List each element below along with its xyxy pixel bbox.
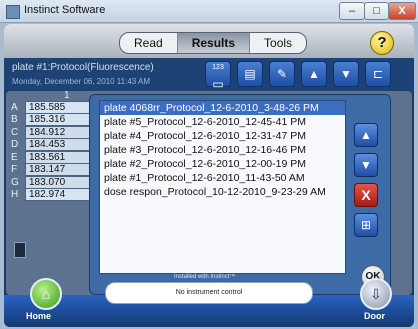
minimize-button[interactable]: – [339,2,365,20]
cell-value[interactable]: 183.070 [25,175,90,189]
scroll-up-button[interactable]: ▲ [354,123,378,147]
table-row: G 183.070 [11,175,90,189]
list-item[interactable]: plate #4_Protocol_12-6-2010_12-31-47 PM [100,129,345,143]
file-open-dialog: plate 4068rr_Protocol_12-6-2010_3-48-26 … [89,94,391,295]
app-icon [6,5,20,19]
list-item[interactable]: dose respon_Protocol_10-12-2010_9-23-29 … [100,185,345,199]
row-label: E [11,151,18,163]
list-item[interactable]: plate #2_Protocol_12-6-2010_12-00-19 PM [100,157,345,171]
row-label: F [11,164,18,176]
window-title: Instinct Software [24,4,106,16]
row-label: C [11,126,19,138]
upload-arrow-icon[interactable]: ▲ [301,61,327,87]
folder-open-icon[interactable]: ⊏ [365,61,391,87]
row-label: G [11,176,19,188]
list-item[interactable]: plate #5_Protocol_12-6-2010_12-45-41 PM [100,115,345,129]
cell-value[interactable]: 182.974 [25,188,90,202]
tab-read[interactable]: Read [120,33,178,53]
cell-value[interactable]: 183.561 [25,150,90,164]
scroll-down-button[interactable]: ▼ [354,153,378,177]
delete-button[interactable]: X [354,183,378,207]
cell-value[interactable]: 184.912 [25,125,90,139]
table-row: A 185.585 [11,100,90,114]
edit-icon[interactable]: ✎ [269,61,295,87]
row-label: A [11,101,18,113]
door-icon: ⇩ [370,286,382,302]
cell-value[interactable]: 183.147 [25,163,90,177]
home-label: Home [26,311,52,321]
row-label: H [11,189,19,201]
instrument-panel: Read Results Tools ? plate #1:Protocol(F… [4,24,414,327]
tree-view-button[interactable]: ⊞ [354,213,378,237]
list-item[interactable]: plate 4068rr_Protocol_12-6-2010_3-48-26 … [100,101,345,115]
table-row: F 183.147 [11,163,90,177]
plate-date: Monday, December 06, 2010 11:43 AM [12,77,151,86]
close-button[interactable]: X [388,2,416,20]
title-bar: Instinct Software – □ X [0,0,418,23]
column-header: 1 [64,90,70,101]
plate-title: plate #1:Protocol(Fluorescence) [12,62,154,73]
file-list[interactable]: plate 4068rr_Protocol_12-6-2010_3-48-26 … [99,100,346,274]
table-row: E 183.561 [11,150,90,164]
home-icon: ⌂ [41,286,51,302]
door-button[interactable]: ⇩ [360,278,392,310]
grid-view-icon[interactable]: ▤ [237,61,263,87]
row-label: B [11,114,18,126]
list-item[interactable]: plate #1_Protocol_12-6-2010_11-43-50 AM [100,171,345,185]
results-table: A 185.585 B 185.316 C 184.912 D 184.453 E 183… [11,100,90,202]
download-arrow-icon[interactable]: ▼ [333,61,359,87]
table-row: D 184.453 [11,138,90,152]
tab-strip: Read Results Tools [119,32,308,54]
maximize-button[interactable]: □ [364,2,389,20]
help-button[interactable]: ? [370,31,394,55]
trash-icon[interactable] [14,242,26,258]
status-field: No instrument control [105,282,313,304]
top-bar: Read Results Tools ? [4,24,414,58]
table-row: C 184.912 [11,125,90,139]
tab-tools[interactable]: Tools [250,33,306,53]
cell-value[interactable]: 185.585 [25,100,90,114]
number-format-button[interactable]: 123 ▭ [205,61,231,91]
door-label: Door [364,311,385,321]
table-row: H 182.974 [11,188,90,202]
cell-value[interactable]: 185.316 [25,113,90,127]
table-row: B 185.316 [11,113,90,127]
tab-results[interactable]: Results [177,33,251,53]
row-label: D [11,139,19,151]
cell-value[interactable]: 184.453 [25,138,90,152]
app-window: Instinct Software – □ X Read Results Too… [0,0,418,329]
number-format-icon: 123 [212,64,224,71]
installed-label: Installed with Instinct™ [174,274,236,280]
home-button[interactable]: ⌂ [30,278,62,310]
list-item[interactable]: plate #3_Protocol_12-6-2010_12-16-46 PM [100,143,345,157]
plate-info-bar: plate #1:Protocol(Fluorescence) Monday, … [4,58,414,91]
